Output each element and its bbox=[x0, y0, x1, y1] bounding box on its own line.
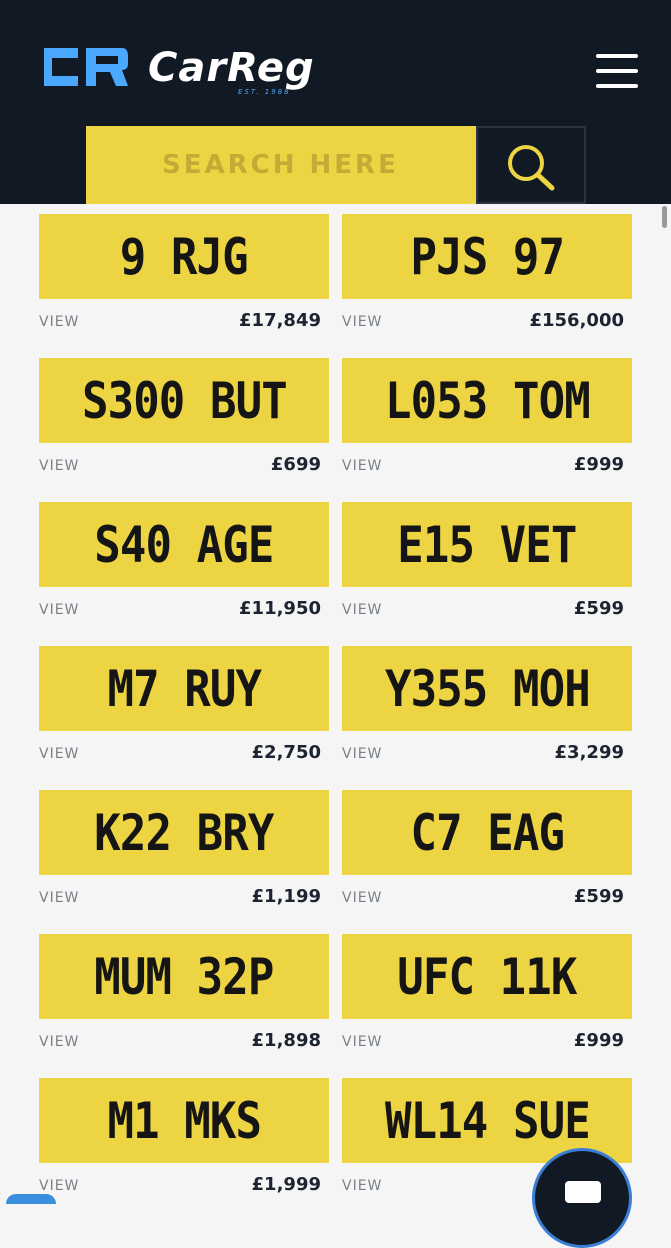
view-link[interactable]: VIEW bbox=[39, 602, 79, 618]
price: £999 bbox=[573, 454, 624, 475]
listing-card: UFC 11K VIEW £999 bbox=[342, 934, 632, 1066]
price: £1,199 bbox=[251, 886, 321, 907]
price: £1,898 bbox=[251, 1030, 321, 1051]
number-plate[interactable]: C7 EAG bbox=[342, 790, 632, 875]
search-bar bbox=[86, 126, 586, 204]
price: £1,999 bbox=[251, 1174, 321, 1195]
listing-card: PJS 97 VIEW £156,000 bbox=[342, 214, 632, 346]
view-link[interactable]: VIEW bbox=[342, 746, 382, 762]
number-plate[interactable]: S40 AGE bbox=[39, 502, 329, 587]
view-link[interactable]: VIEW bbox=[342, 458, 382, 474]
number-plate[interactable]: MUM 32P bbox=[39, 934, 329, 1019]
search-button[interactable] bbox=[476, 126, 586, 204]
price: £11,950 bbox=[239, 598, 321, 619]
view-link[interactable]: VIEW bbox=[342, 1178, 382, 1194]
price: £699 bbox=[270, 454, 321, 475]
site-header: CarReg EST. 1988 bbox=[0, 0, 671, 204]
price: £156,000 bbox=[529, 310, 624, 331]
number-plate[interactable]: PJS 97 bbox=[342, 214, 632, 299]
view-link[interactable]: VIEW bbox=[342, 602, 382, 618]
logo-mark-icon bbox=[44, 48, 128, 86]
listing-card: L053 TOM VIEW £999 bbox=[342, 358, 632, 490]
view-link[interactable]: VIEW bbox=[39, 746, 79, 762]
view-link[interactable]: VIEW bbox=[39, 314, 79, 330]
site-logo[interactable]: CarReg EST. 1988 bbox=[38, 44, 338, 96]
number-plate[interactable]: M7 RUY bbox=[39, 646, 329, 731]
number-plate[interactable]: L053 TOM bbox=[342, 358, 632, 443]
listing-card: K22 BRY VIEW £1,199 bbox=[39, 790, 329, 922]
view-link[interactable]: VIEW bbox=[39, 890, 79, 906]
listing-card: 9 RJG VIEW £17,849 bbox=[39, 214, 329, 346]
view-link[interactable]: VIEW bbox=[39, 458, 79, 474]
number-plate[interactable]: M1 MKS bbox=[39, 1078, 329, 1163]
brand-name: CarReg bbox=[148, 45, 315, 91]
view-link[interactable]: VIEW bbox=[39, 1034, 79, 1050]
search-icon bbox=[508, 145, 555, 191]
view-link[interactable]: VIEW bbox=[342, 1034, 382, 1050]
listing-card: C7 EAG VIEW £599 bbox=[342, 790, 632, 922]
price: £599 bbox=[573, 598, 624, 619]
price: £17,849 bbox=[239, 310, 321, 331]
hamburger-icon[interactable] bbox=[596, 54, 638, 88]
number-plate[interactable]: K22 BRY bbox=[39, 790, 329, 875]
page-scrollbar[interactable] bbox=[662, 206, 667, 228]
listing-card: Y355 MOH VIEW £3,299 bbox=[342, 646, 632, 778]
price: £599 bbox=[573, 886, 624, 907]
number-plate[interactable]: 9 RJG bbox=[39, 214, 329, 299]
view-link[interactable]: VIEW bbox=[342, 314, 382, 330]
number-plate[interactable]: S300 BUT bbox=[39, 358, 329, 443]
listing-card: M7 RUY VIEW £2,750 bbox=[39, 646, 329, 778]
price: £2,750 bbox=[251, 742, 321, 763]
listing-card: S40 AGE VIEW £11,950 bbox=[39, 502, 329, 634]
search-input[interactable] bbox=[86, 126, 476, 204]
brand-tagline: EST. 1988 bbox=[238, 88, 291, 96]
chat-icon[interactable] bbox=[532, 1148, 632, 1248]
accessibility-widget[interactable] bbox=[6, 1194, 56, 1204]
number-plate[interactable]: Y355 MOH bbox=[342, 646, 632, 731]
price: £999 bbox=[573, 1030, 624, 1051]
number-plate[interactable]: UFC 11K bbox=[342, 934, 632, 1019]
listing-card: E15 VET VIEW £599 bbox=[342, 502, 632, 634]
listing-card: S300 BUT VIEW £699 bbox=[39, 358, 329, 490]
number-plate[interactable]: E15 VET bbox=[342, 502, 632, 587]
view-link[interactable]: VIEW bbox=[342, 890, 382, 906]
price: £3,299 bbox=[554, 742, 624, 763]
view-link[interactable]: VIEW bbox=[39, 1178, 79, 1194]
listing-card: MUM 32P VIEW £1,898 bbox=[39, 934, 329, 1066]
listing-card: M1 MKS VIEW £1,999 bbox=[39, 1078, 329, 1210]
